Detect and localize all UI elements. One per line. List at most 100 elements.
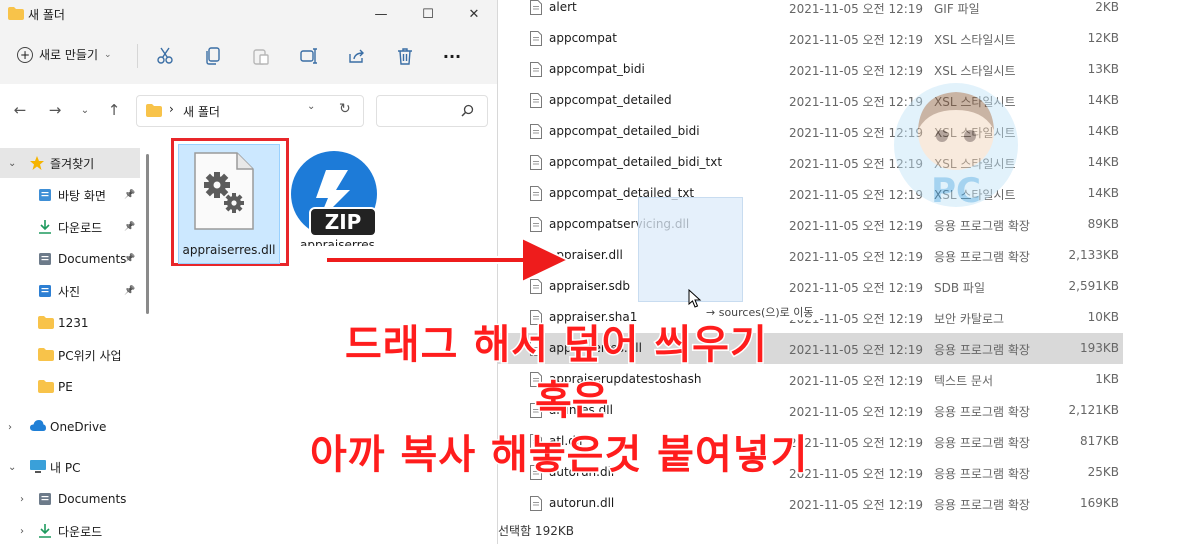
back-button[interactable]: ←: [10, 100, 30, 120]
copy-icon: [206, 47, 220, 65]
status-bar-text: 선택함 192KB: [498, 524, 574, 538]
title-bar: 새 폴더 — ☐ ✕: [0, 0, 497, 28]
file-row[interactable]: alert 2021-11-05 오전 12:19 GIF 파일 2KB: [498, 0, 1123, 23]
nav-item-label: OneDrive: [50, 420, 107, 434]
file-date: 2021-11-05 오전 12:19: [789, 343, 924, 357]
share-button[interactable]: [345, 44, 369, 68]
plus-icon: +: [17, 46, 33, 63]
file-date: 2021-11-05 오전 12:19: [789, 2, 924, 16]
delete-button[interactable]: [393, 44, 417, 68]
share-icon: [349, 49, 364, 63]
nav-item[interactable]: ⌄ 즐겨찾기: [0, 148, 140, 178]
minimize-button[interactable]: —: [358, 0, 404, 28]
nav-item-label: Documents: [58, 492, 127, 506]
navigation-pane: ⌄ 즐겨찾기 바탕 화면 📌 다운로드 📌 Documents 📌 사진 📌 1231 PC위키 사업…: [0, 134, 150, 544]
chevron-down-icon: ⌄: [104, 49, 112, 60]
file-date: 2021-11-05 오전 12:19: [789, 498, 924, 512]
file-row[interactable]: appcompat_detailed_txt 2021-11-05 오전 12:1…: [498, 178, 1123, 209]
copy-button[interactable]: [201, 44, 225, 68]
breadcrumb-folder[interactable]: 새 폴더: [183, 103, 220, 120]
file-size: 13KB: [1087, 62, 1119, 76]
file-row[interactable]: autorun.dll 2021-11-05 오전 12:19 응용 프로그램 확장…: [498, 488, 1123, 519]
maximize-button[interactable]: ☐: [405, 0, 451, 28]
file-type: 텍스트 문서: [934, 374, 994, 388]
file-type: 응용 프로그램 확장: [934, 467, 1030, 481]
nav-scrollbar[interactable]: [146, 154, 149, 314]
nav-item[interactable]: 바탕 화면 📌: [0, 180, 140, 210]
file-size: 817KB: [1079, 434, 1119, 448]
rename-button[interactable]: [297, 44, 321, 68]
nav-item[interactable]: Documents 📌: [0, 244, 140, 274]
file-size: 193KB: [1079, 341, 1119, 355]
file-row[interactable]: appcompat 2021-11-05 오전 12:19 XSL 스타일시트 12K…: [498, 23, 1123, 54]
file-date: 2021-11-05 오전 12:19: [789, 467, 924, 481]
breadcrumb-separator: ›: [169, 102, 174, 116]
nav-item[interactable]: 사진 📌: [0, 276, 140, 306]
folder-icon: [38, 380, 54, 394]
file-size: 12KB: [1087, 31, 1119, 45]
file-row[interactable]: appcompat_detailed2021-11-05 오전 12:19XSL…: [498, 85, 1123, 116]
paste-button[interactable]: [249, 44, 273, 68]
file-row[interactable]: appraiser.dll 2021-11-05 오전 12:19 응용 프로그램 …: [498, 240, 1123, 271]
recent-locations-button[interactable]: ⌄: [75, 100, 95, 120]
nav-item-label: 다운로드: [58, 220, 103, 235]
nav-item[interactable]: › Documents: [0, 484, 140, 514]
star-icon: [30, 156, 46, 170]
file-type: 응용 프로그램 확장: [934, 250, 1030, 264]
pin-icon: 📌: [124, 286, 136, 296]
nav-item[interactable]: 1231: [0, 308, 140, 338]
chevron-down-icon[interactable]: ⌄: [307, 101, 315, 112]
chevron-right-icon[interactable]: ›: [8, 422, 12, 433]
folder-icon: [38, 316, 54, 330]
nav-item[interactable]: › OneDrive: [0, 412, 140, 442]
file-row[interactable]: appcompatservicing.dll 2021-11-05 오전 12:1…: [498, 209, 1123, 240]
chevron-right-icon[interactable]: ›: [20, 526, 24, 537]
nav-item-label: PC위키 사업: [58, 348, 122, 363]
nav-item[interactable]: › 다운로드: [0, 516, 140, 544]
forward-button[interactable]: →: [45, 100, 65, 120]
more-options-button[interactable]: ···: [440, 44, 464, 68]
file-type: 응용 프로그램 확장: [934, 343, 1030, 357]
caption-line-2: 혹은: [534, 377, 611, 426]
arrow-right-icon: →: [48, 101, 62, 119]
file-type: 보안 카탈로그: [934, 312, 1005, 326]
svg-text:PC: PC: [931, 171, 981, 210]
file-icon: [530, 31, 542, 46]
file-size: 14KB: [1087, 155, 1119, 169]
file-row[interactable]: appcompat_detailed_bidi_txt 2021-11-05 오전…: [498, 147, 1123, 178]
file-type: XSL 스타일시트: [934, 64, 1016, 78]
refresh-icon[interactable]: ↻: [339, 101, 351, 117]
folder-icon: [8, 7, 24, 20]
file-row[interactable]: appcompat_detailed_bidi 2021-11-05 오전 12:…: [498, 116, 1123, 147]
window-title: 새 폴더: [28, 8, 65, 22]
file-size: 2KB: [1095, 0, 1119, 14]
file-icon: [530, 62, 542, 77]
address-bar[interactable]: › 새 폴더 ⌄ ↻: [136, 95, 364, 127]
file-name: autorun.dll: [549, 496, 615, 510]
up-button[interactable]: ↑: [104, 100, 124, 120]
file-icon: [530, 124, 542, 139]
new-button[interactable]: + 새로 만들기 ⌄: [17, 46, 112, 63]
file-date: 2021-11-05 오전 12:19: [789, 436, 924, 450]
file-row[interactable]: appcompat_bidi 2021-11-05 오전 12:19 XSL 스타일…: [498, 54, 1123, 85]
nav-item[interactable]: ⌄ 내 PC: [0, 452, 140, 482]
nav-item-label: PE: [58, 380, 73, 394]
pc-icon: [30, 460, 46, 474]
chevron-down-icon[interactable]: ⌄: [8, 462, 16, 473]
nav-item[interactable]: PC위키 사업: [0, 340, 140, 370]
cut-button[interactable]: [153, 44, 177, 68]
file-size: 2,121KB: [1068, 403, 1119, 417]
search-input[interactable]: [376, 95, 488, 127]
command-bar: + 새로 만들기 ⌄ ···: [0, 28, 497, 85]
caption-line-1: 드래그 해서 덮어 씌우기: [344, 321, 769, 370]
trash-icon: [398, 48, 412, 65]
file-item-appraiserres-dll[interactable]: appraiserres.dll: [178, 144, 280, 264]
nav-item[interactable]: PE: [0, 372, 140, 402]
file-date: 2021-11-05 오전 12:19: [789, 374, 924, 388]
chevron-right-icon[interactable]: ›: [20, 494, 24, 505]
chevron-down-icon[interactable]: ⌄: [8, 158, 16, 169]
file-row[interactable]: appraiser.sdb 2021-11-05 오전 12:19 SDB 파일 2,…: [498, 271, 1123, 302]
close-button[interactable]: ✕: [451, 0, 497, 28]
file-date: 2021-11-05 오전 12:19: [789, 405, 924, 419]
nav-item[interactable]: 다운로드 📌: [0, 212, 140, 242]
